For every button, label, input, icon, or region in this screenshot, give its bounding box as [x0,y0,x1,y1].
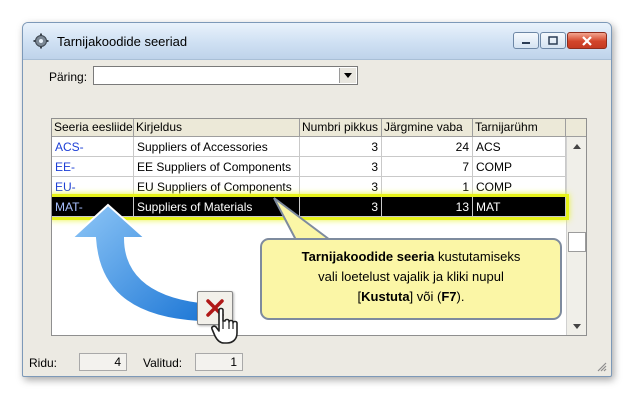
query-dropdown[interactable] [93,66,358,85]
column-header-prefix[interactable]: Seeria eesliide [52,119,134,137]
cell-prefix: EE- [52,157,134,177]
scroll-up-icon[interactable] [569,139,585,153]
cell-next-free: 13 [382,197,473,217]
cell-supplier-group: ACS [473,137,566,157]
column-header-description[interactable]: Kirjeldus [134,119,300,137]
hand-cursor-icon [211,307,238,344]
scroll-down-icon[interactable] [569,319,585,333]
vertical-scrollbar[interactable] [566,137,586,335]
callout-line-3: [Kustuta] või (F7). [262,287,560,307]
cell-supplier-group: MAT [473,197,566,217]
callout-text-3: ] või ( [409,289,442,304]
cell-next-free: 7 [382,157,473,177]
cell-number-length: 3 [300,137,382,157]
cell-supplier-group: COMP [473,177,566,197]
query-label: Päring: [49,70,88,84]
column-header-number-length[interactable]: Numbri pikkus [300,119,382,137]
selected-count-value: 1 [195,353,243,371]
callout-line-2: vali loetelust vajalik ja kliki nupul [318,269,504,284]
header-corner [566,119,586,137]
cell-next-free: 1 [382,177,473,197]
resize-grip-icon[interactable] [595,360,607,372]
rows-count-value: 4 [79,353,127,371]
cell-description: EE Suppliers of Components [134,157,300,177]
selected-count-label: Valitud: [143,356,183,370]
status-bar: Ridu: 4 Valitud: 1 [23,346,611,376]
cell-description: Suppliers of Accessories [134,137,300,157]
table-row[interactable]: ACS- Suppliers of Accessories 3 24 ACS [52,137,566,157]
cell-supplier-group: COMP [473,157,566,177]
cell-description: EU Suppliers of Components [134,177,300,197]
callout-shortcut: F7 [441,289,457,304]
cell-number-length: 3 [300,177,382,197]
gear-icon [33,33,49,49]
close-button[interactable] [567,32,607,49]
minimize-icon [514,33,538,48]
maximize-icon [541,33,565,48]
callout-button-name: Kustuta [361,289,410,304]
window-title: Tarnijakoodide seeriad [57,34,188,49]
table-row[interactable]: EU- EU Suppliers of Components 3 1 COMP [52,177,566,197]
instruction-callout: Tarnijakoodide seeria kustutamiseks vali… [260,238,562,320]
callout-bold-term: Tarnijakoodide seeria [301,249,435,264]
chevron-down-icon[interactable] [339,68,356,83]
cell-number-length: 3 [300,157,382,177]
callout-text-4: ). [456,289,465,304]
scrollbar-thumb[interactable] [568,232,586,252]
maximize-button[interactable] [540,32,566,49]
column-header-supplier-group[interactable]: Tarnijarühm [473,119,566,137]
table-row[interactable]: EE- EE Suppliers of Components 3 7 COMP [52,157,566,177]
callout-pointer [273,197,332,244]
cell-prefix: ACS- [52,137,134,157]
column-header-next-free[interactable]: Järgmine vaba [382,119,473,137]
rows-count-label: Ridu: [29,356,58,370]
close-icon [568,33,606,48]
cell-prefix: EU- [52,177,134,197]
title-bar[interactable]: Tarnijakoodide seeriad [23,23,611,60]
minimize-button[interactable] [513,32,539,49]
callout-line-1: Tarnijakoodide seeria kustutamiseks [262,247,560,267]
cell-next-free: 24 [382,137,473,157]
callout-text-1: kustutamiseks [434,249,521,264]
